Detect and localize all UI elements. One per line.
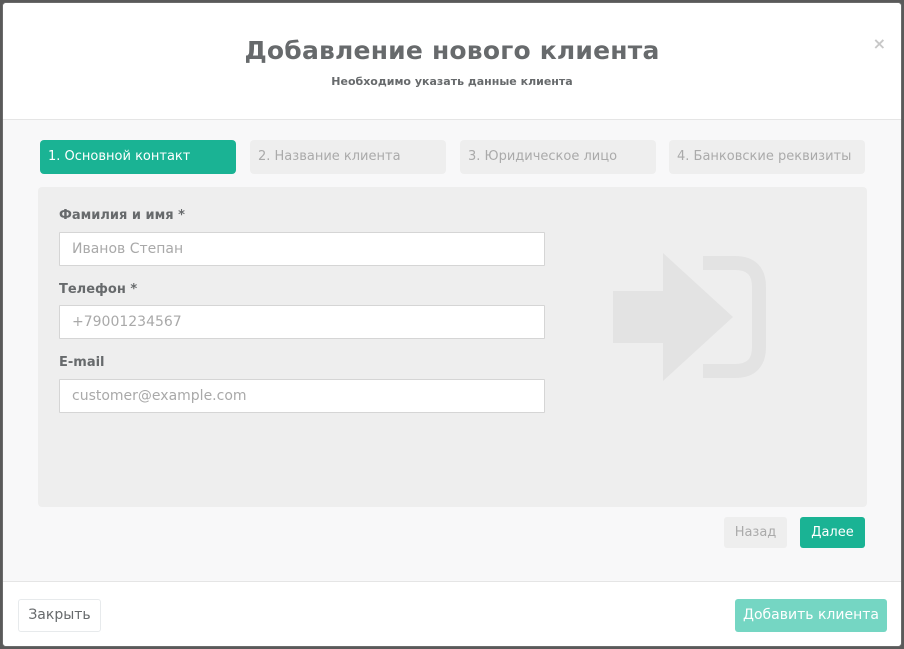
- name-label: Фамилия и имя *: [59, 208, 185, 223]
- phone-input[interactable]: [59, 305, 545, 339]
- modal-subtitle: Необходимо указать данные клиента: [331, 75, 573, 88]
- back-button[interactable]: Назад: [724, 517, 787, 548]
- phone-label: Телефон *: [59, 282, 138, 297]
- sign-in-icon: [613, 253, 766, 381]
- email-input[interactable]: [59, 379, 545, 413]
- modal-footer: Закрыть Добавить клиента: [3, 581, 901, 646]
- add-client-modal: Добавление нового клиента Необходимо ука…: [2, 2, 902, 647]
- step-content: Фамилия и имя * Телефон * E-mail: [38, 187, 867, 507]
- close-button[interactable]: Закрыть: [18, 599, 101, 632]
- wizard-steps: 1. Основной контакт 2. Название клиента …: [40, 140, 866, 174]
- add-client-button[interactable]: Добавить клиента: [735, 599, 887, 632]
- email-label: E-mail: [59, 355, 105, 370]
- step-main-contact[interactable]: 1. Основной контакт: [40, 140, 236, 174]
- close-icon[interactable]: ×: [873, 34, 886, 53]
- step-bank-details[interactable]: 4. Банковские реквизиты: [669, 140, 865, 174]
- step-legal-entity[interactable]: 3. Юридическое лицо: [460, 140, 656, 174]
- next-button[interactable]: Далее: [800, 517, 865, 548]
- modal-body: 1. Основной контакт 2. Название клиента …: [3, 120, 901, 581]
- name-input[interactable]: [59, 232, 545, 266]
- step-client-name[interactable]: 2. Название клиента: [250, 140, 446, 174]
- modal-title: Добавление нового клиента: [244, 36, 660, 65]
- modal-header: Добавление нового клиента Необходимо ука…: [3, 3, 901, 120]
